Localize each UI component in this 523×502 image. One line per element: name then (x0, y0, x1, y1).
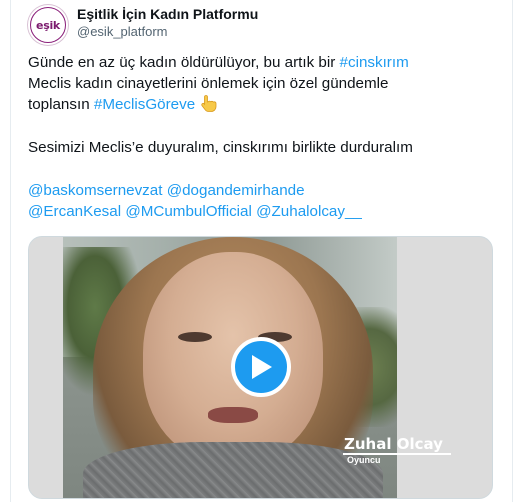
mention-link[interactable]: @Zuhalolcay__ (256, 203, 362, 220)
video-caption-role: Oyuncu (347, 455, 381, 465)
tweet-spacer (28, 158, 498, 180)
pointing-up-hand-emoji (201, 95, 217, 112)
tweet-line-4: Sesimizi Meclis’e duyuralım, cinskırımı … (28, 139, 413, 156)
mention-link[interactable]: @baskomsernevzat (28, 182, 162, 199)
video-caption-name: Zuhal Olcay (344, 435, 443, 453)
thumbnail-person-eye (178, 332, 212, 342)
tweet-line-3: toplansın #MeclisGöreve (28, 94, 498, 115)
video-media-card[interactable]: Zuhal Olcay Oyuncu (28, 236, 493, 499)
mention-link[interactable]: @ErcanKesal (28, 203, 121, 220)
tweet-line-2: Meclis kadın cinayetlerini önlemek için … (28, 75, 389, 92)
timeline-border-right (512, 0, 513, 502)
tweet-line-1: Günde en az üç kadın öldürülüyor, bu art… (28, 52, 498, 73)
hashtag-link[interactable]: #cinskırım (340, 54, 409, 71)
author-avatar[interactable]: eşik (28, 5, 68, 45)
hashtag-link[interactable]: #MeclisGöreve (94, 96, 195, 113)
author-handle[interactable]: @esik_platform (77, 24, 168, 39)
tweet-text-segment: Günde en az üç kadın öldürülüyor, bu art… (28, 54, 340, 71)
tweet-mentions-line-2: @ErcanKesal @MCumbulOfficial @Zuhalolcay… (28, 201, 498, 222)
author-name[interactable]: Eşitlik İçin Kadın Platformu (77, 6, 258, 22)
tweet-mentions-line-1: @baskomsernevzat @dogandemirhande (28, 180, 498, 201)
tweet-text-segment: toplansın (28, 96, 94, 113)
thumbnail-person-mouth (208, 407, 258, 423)
avatar-logo-text: eşik (36, 18, 60, 32)
tweet-spacer (28, 115, 498, 137)
play-button[interactable] (231, 337, 291, 397)
timeline-border-left (10, 0, 11, 502)
mention-link[interactable]: @MCumbulOfficial (125, 203, 252, 220)
avatar-logo: eşik (31, 8, 65, 42)
mention-link[interactable]: @dogandemirhande (167, 182, 305, 199)
tweet-text: Günde en az üç kadın öldürülüyor, bu art… (28, 52, 498, 222)
thumbnail-person-sweater (83, 442, 383, 498)
play-icon (252, 355, 272, 379)
